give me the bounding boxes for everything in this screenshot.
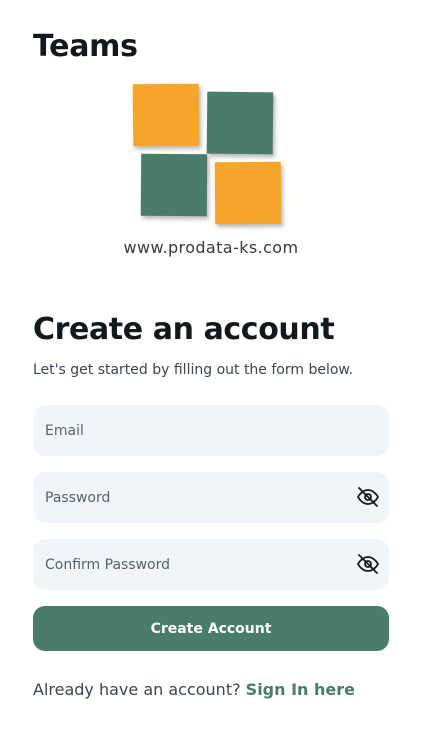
app-title: Teams [33,29,138,64]
confirm-password-field[interactable] [33,539,389,590]
logo-note-green-bottom-left [140,153,208,217]
create-account-page: Teams www.prodata-ks.com Create an accou… [0,0,422,750]
logo-url-text: www.prodata-ks.com [123,238,299,257]
page-title: Create an account [33,312,335,347]
eye-off-icon[interactable] [356,552,380,576]
logo-note-orange-top-left [132,83,200,147]
password-field-container [33,472,389,523]
sign-in-prompt-text: Already have an account? [33,680,246,699]
page-subtitle: Let's get started by filling out the for… [33,362,354,378]
create-account-button[interactable]: Create Account [33,606,389,651]
eye-off-icon[interactable] [356,485,380,509]
email-field-container [33,405,389,456]
confirm-password-field-container [33,539,389,590]
password-field[interactable] [33,472,389,523]
sign-in-prompt: Already have an account? Sign In here [33,680,355,699]
email-field[interactable] [33,405,389,456]
logo-note-green-top-right [206,91,274,155]
logo-note-orange-bottom-right [214,161,282,225]
company-logo [125,80,295,232]
sign-in-link[interactable]: Sign In here [246,680,355,699]
